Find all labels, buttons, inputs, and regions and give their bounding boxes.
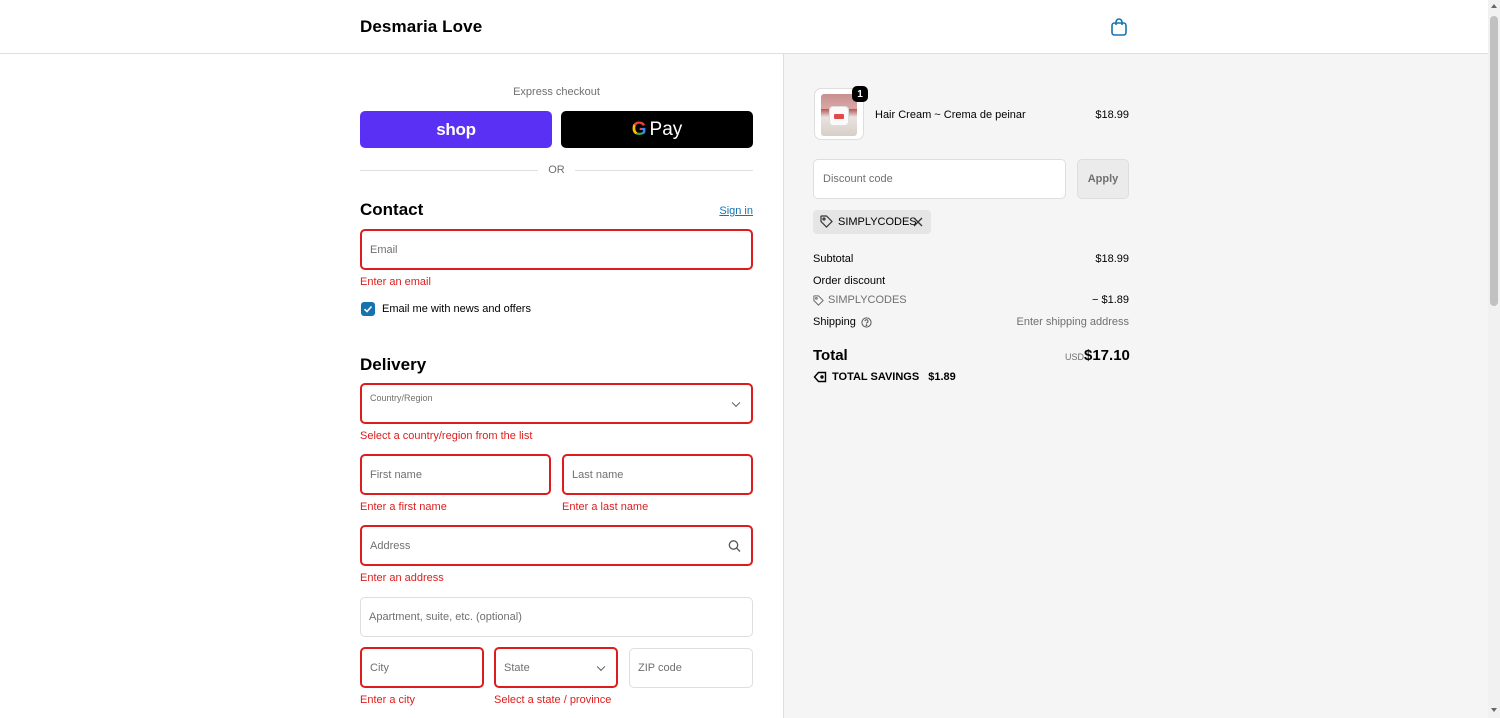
total-label: Total: [813, 347, 848, 364]
scroll-up-icon[interactable]: [1491, 4, 1497, 8]
total-value: $17.10: [1084, 347, 1130, 364]
country-error: Select a country/region from the list: [360, 430, 533, 442]
store-brand[interactable]: Desmaria Love: [360, 17, 482, 37]
quantity-badge: 1: [852, 86, 868, 102]
page-scrollbar[interactable]: [1488, 0, 1500, 718]
address-input[interactable]: [370, 527, 743, 564]
tag-icon: [820, 215, 833, 228]
total-savings: TOTAL SAVINGS $1.89: [813, 371, 956, 383]
product-image: [821, 94, 857, 136]
header: Desmaria Love: [0, 0, 1488, 54]
scroll-down-icon[interactable]: [1491, 708, 1497, 712]
address-field[interactable]: [360, 525, 753, 566]
order-discount-value: − $1.89: [1091, 294, 1129, 306]
order-discount-label: Order discount: [813, 275, 886, 287]
close-icon[interactable]: [913, 217, 923, 227]
city-field[interactable]: [360, 647, 484, 688]
chevron-down-icon: [731, 398, 741, 407]
first-name-field[interactable]: [360, 454, 551, 495]
subtotal-value: $18.99: [1095, 253, 1129, 265]
shipping-value: Enter shipping address: [1016, 316, 1129, 328]
shop-pay-label: shop: [436, 119, 476, 139]
state-input[interactable]: [504, 649, 608, 686]
shipping-label: Shipping: [813, 316, 856, 328]
email-error: Enter an email: [360, 276, 431, 288]
savings-value: $1.89: [928, 371, 956, 383]
discount-code-input[interactable]: [823, 160, 1053, 198]
address-error: Enter an address: [360, 572, 444, 584]
total-currency: USD: [1064, 352, 1084, 362]
applied-code-label: SIMPLYCODES: [838, 216, 917, 228]
google-pay-label: Pay: [649, 118, 683, 140]
zip-field[interactable]: [629, 648, 753, 688]
state-select[interactable]: [494, 647, 618, 688]
express-checkout-label: Express checkout: [513, 86, 600, 98]
scrollbar-thumb[interactable]: [1490, 16, 1498, 306]
shopping-bag-icon[interactable]: [1110, 17, 1128, 37]
search-icon: [728, 539, 741, 552]
country-select[interactable]: Country/Region: [360, 383, 753, 424]
last-name-field[interactable]: [562, 454, 753, 495]
product-price: $18.99: [1095, 109, 1129, 121]
apply-discount-button[interactable]: Apply: [1077, 159, 1129, 199]
savings-label: TOTAL SAVINGS: [832, 371, 920, 383]
order-discount-code-text: SIMPLYCODES: [828, 294, 907, 306]
order-summary-panel: [783, 54, 1488, 718]
tag-icon: [813, 294, 824, 306]
city-input[interactable]: [370, 649, 474, 686]
city-error: Enter a city: [360, 694, 416, 706]
sign-in-link[interactable]: Sign in: [700, 205, 753, 217]
product-name: Hair Cream ~ Crema de peinar: [875, 109, 1026, 121]
state-error: Select a state / province: [494, 694, 612, 706]
newsletter-checkbox[interactable]: [361, 302, 375, 316]
newsletter-label[interactable]: Email me with news and offers: [382, 303, 531, 315]
email-field[interactable]: [360, 229, 753, 270]
apartment-input[interactable]: [369, 598, 744, 636]
first-name-input[interactable]: [370, 456, 541, 493]
google-pay-button[interactable]: G Pay: [561, 111, 753, 148]
last-name-input[interactable]: [572, 456, 743, 493]
shipping-row-label: Shipping: [813, 316, 872, 328]
discount-code-field[interactable]: [813, 159, 1066, 199]
zip-input[interactable]: [638, 649, 744, 687]
first-name-error: Enter a first name: [360, 501, 447, 513]
help-icon[interactable]: [861, 316, 872, 328]
google-g-icon: G: [631, 118, 647, 140]
country-label: Country/Region: [370, 393, 433, 403]
shop-pay-button[interactable]: shop: [360, 111, 552, 148]
divider-line-right: [575, 170, 753, 171]
order-discount-code: SIMPLYCODES: [813, 294, 907, 306]
subtotal-label: Subtotal: [813, 253, 854, 265]
applied-code-chip: SIMPLYCODES: [813, 210, 931, 234]
delivery-title: Delivery: [360, 355, 427, 374]
checkmark-icon: [363, 305, 373, 313]
email-input[interactable]: [370, 231, 743, 268]
savings-tag-icon: [813, 371, 827, 383]
last-name-error: Enter a last name: [562, 501, 649, 513]
or-divider: OR: [360, 164, 753, 178]
apartment-field[interactable]: [360, 597, 753, 637]
contact-title: Contact: [360, 200, 424, 219]
